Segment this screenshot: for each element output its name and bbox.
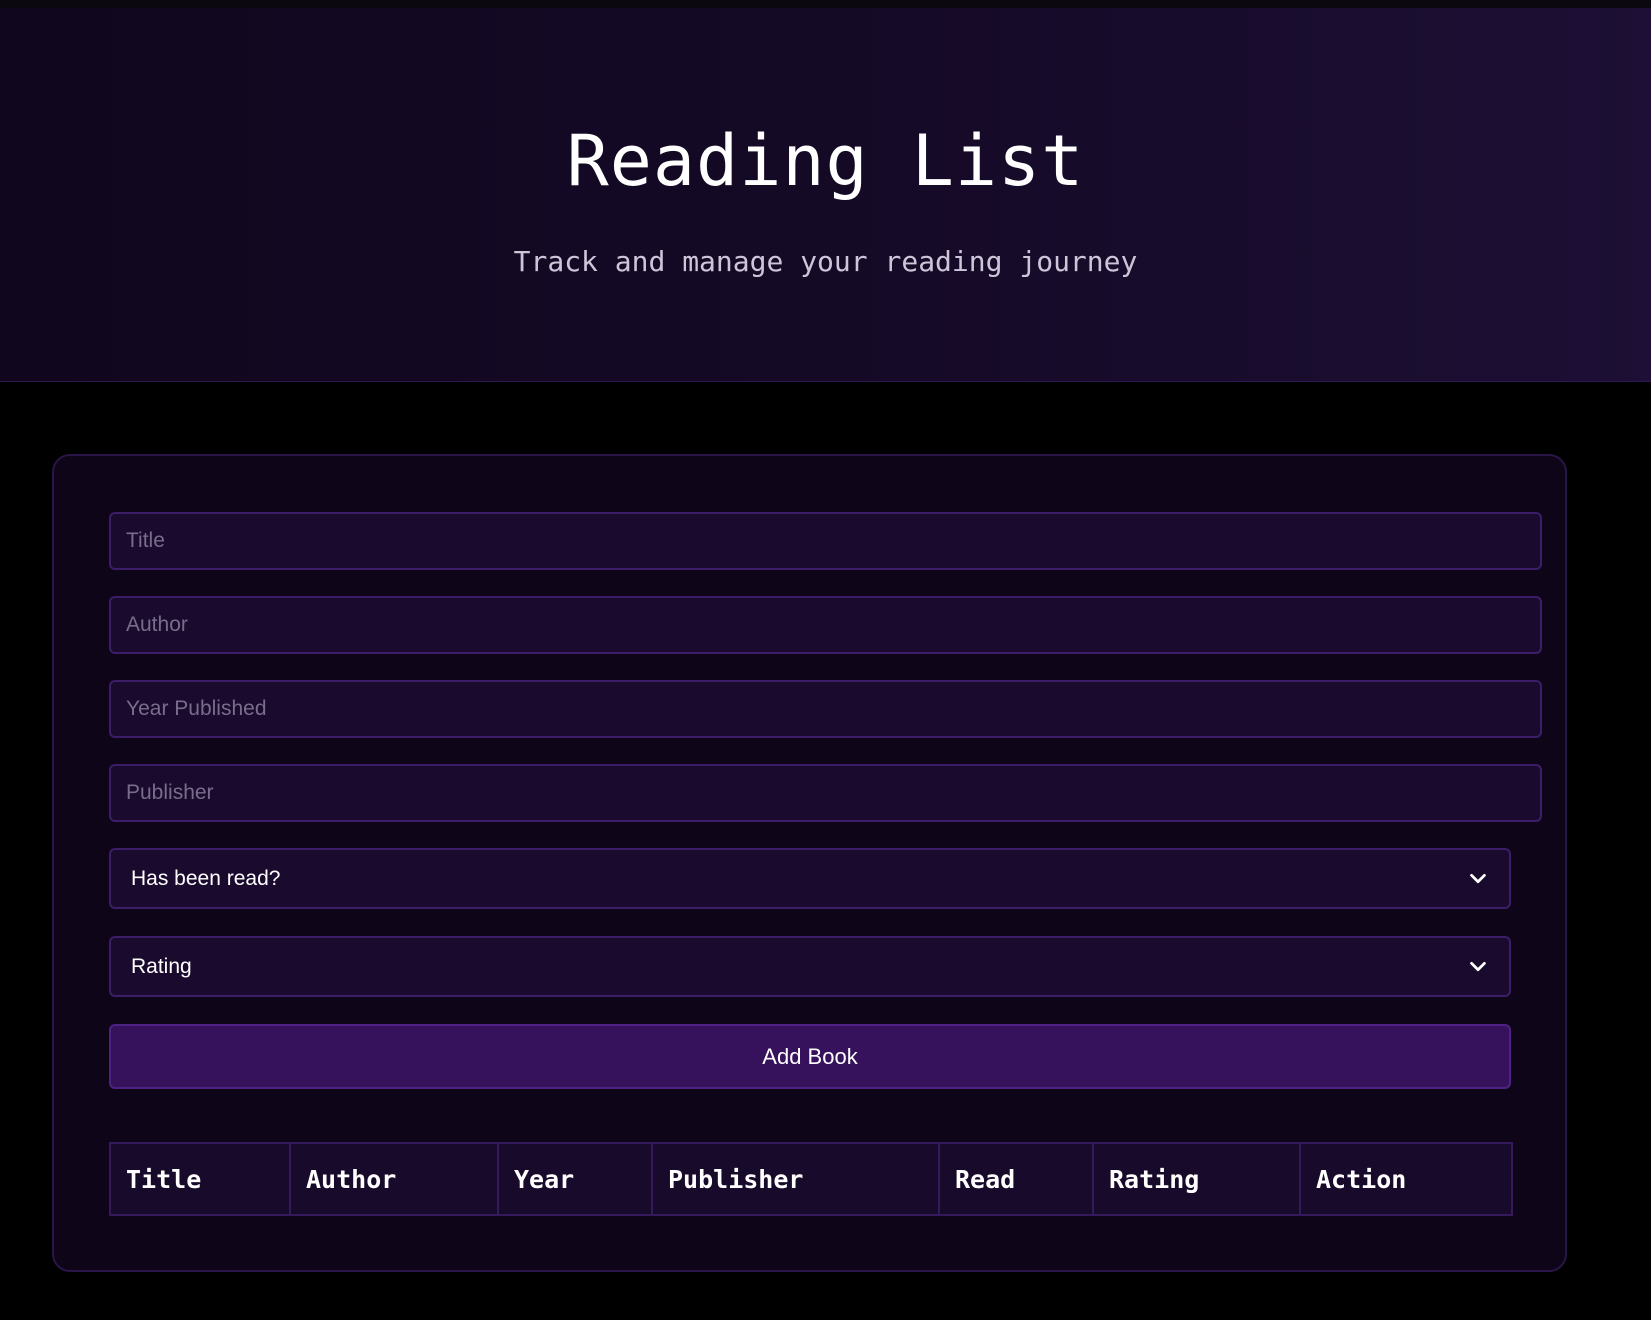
title-input[interactable]	[109, 512, 1542, 570]
book-form-card: Has been read? Rating Add Book Title Aut…	[52, 454, 1567, 1272]
has-been-read-select-value: Has been read?	[131, 866, 281, 890]
books-table-header: Title Author Year Publisher Read Rating …	[109, 1142, 1513, 1216]
has-been-read-select[interactable]: Has been read?	[109, 848, 1511, 909]
column-header-rating: Rating	[1092, 1142, 1301, 1216]
top-strip	[0, 0, 1651, 8]
column-header-publisher: Publisher	[651, 1142, 940, 1216]
table-header-row: Title Author Year Publisher Read Rating …	[109, 1142, 1513, 1216]
page-header: Reading List Track and manage your readi…	[0, 8, 1651, 382]
add-book-button[interactable]: Add Book	[109, 1024, 1511, 1089]
author-input[interactable]	[109, 596, 1542, 654]
column-header-year: Year	[497, 1142, 653, 1216]
page-title: Reading List	[566, 120, 1085, 202]
rating-select[interactable]: Rating	[109, 936, 1511, 997]
rating-select-value: Rating	[131, 954, 192, 978]
chevron-down-icon	[1470, 961, 1486, 971]
column-header-title: Title	[109, 1142, 291, 1216]
books-table: Title Author Year Publisher Read Rating …	[109, 1142, 1513, 1216]
page-subtitle: Track and manage your reading journey	[513, 245, 1138, 278]
chevron-down-icon	[1470, 873, 1486, 883]
year-published-input[interactable]	[109, 680, 1542, 738]
publisher-input[interactable]	[109, 764, 1542, 822]
column-header-author: Author	[289, 1142, 499, 1216]
column-header-read: Read	[938, 1142, 1094, 1216]
column-header-action: Action	[1299, 1142, 1513, 1216]
